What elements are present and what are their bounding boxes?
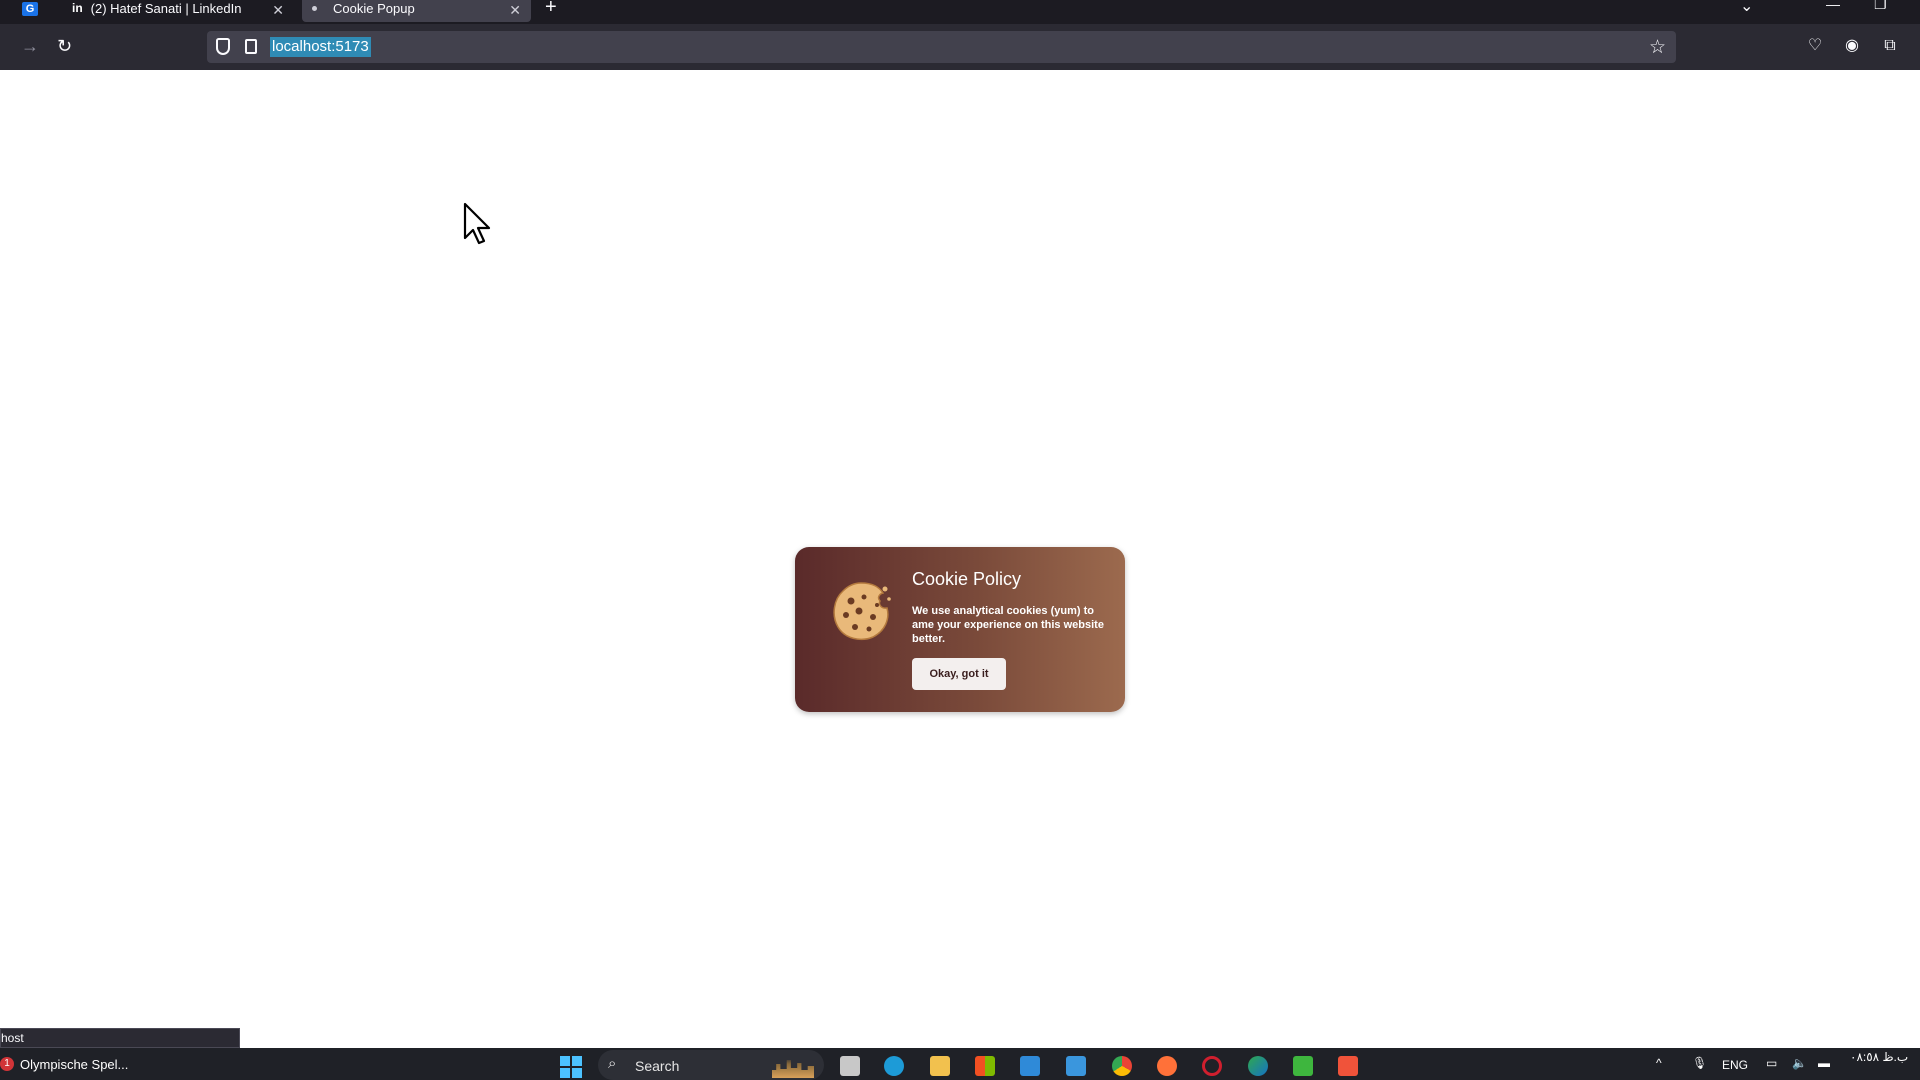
tab-cookie-popup[interactable]: Cookie Popup ✕ [302, 0, 531, 22]
app-green-icon[interactable] [1293, 1056, 1313, 1076]
account-icon[interactable]: ◉ [1843, 37, 1861, 55]
tab-label: Cookie Popup [333, 0, 415, 16]
file-explorer-icon[interactable] [930, 1056, 950, 1076]
close-tab-icon[interactable]: ✕ [272, 2, 284, 19]
news-widget[interactable]: 1 Olympische Spel... [0, 1053, 128, 1075]
search-highlight-icon [772, 1060, 814, 1078]
store-icon[interactable] [975, 1056, 995, 1076]
search-label: Search [635, 1058, 680, 1074]
shield-icon[interactable] [216, 38, 230, 55]
mouse-cursor-icon [463, 202, 491, 245]
reload-icon[interactable]: ↻ [57, 36, 72, 57]
vscode-icon[interactable] [1020, 1056, 1040, 1076]
status-link-preview: host [0, 1028, 240, 1048]
navigation-bar: → ↻ localhost:5173 ☆ ♡ ◉ ⧉ [0, 24, 1920, 70]
app-red-icon[interactable] [1338, 1056, 1358, 1076]
tab-label: (2) Hatef Sanati | LinkedIn [90, 0, 242, 16]
microphone-icon[interactable]: 🎙 [1692, 1056, 1707, 1070]
show-hidden-icons[interactable]: ^ [1656, 1056, 1662, 1070]
cookie-icon [833, 582, 891, 640]
cookie-popup: Cookie Policy We use analytical cookies … [795, 547, 1125, 712]
cookie-title: Cookie Policy [912, 569, 1022, 589]
edge-icon[interactable] [884, 1056, 904, 1076]
firefox-icon[interactable] [1157, 1056, 1177, 1076]
google-icon: G [22, 2, 38, 16]
restore-icon[interactable]: ❐ [1874, 0, 1887, 13]
linkedin-icon: in [72, 1, 83, 15]
network-icon[interactable]: ▭ [1766, 1056, 1777, 1070]
page-info-icon[interactable] [245, 39, 257, 54]
taskbar-search[interactable]: ⌕ Search [598, 1050, 824, 1080]
opera-icon[interactable] [1202, 1056, 1222, 1076]
extensions-icon[interactable]: ⧉ [1881, 37, 1899, 55]
new-tab-button[interactable]: + [545, 0, 557, 19]
taskbar: 1 Olympische Spel... ⌕ Search ^ 🎙 ENG ▭ … [0, 1048, 1920, 1080]
cookie-description: We use analytical cookies (yum) to ame y… [912, 605, 1104, 645]
windows-start-icon[interactable] [560, 1056, 582, 1078]
search-icon: ⌕ [608, 1055, 617, 1072]
bookmark-star-icon[interactable]: ☆ [1649, 36, 1666, 59]
url-text[interactable]: localhost:5173 [270, 37, 371, 57]
edge-dev-icon[interactable] [1248, 1056, 1268, 1076]
news-headline: Olympische Spel... [20, 1056, 129, 1072]
clock[interactable]: ب.ظ ٠٨:٥٨ [1850, 1050, 1908, 1064]
forward-icon[interactable]: → [21, 36, 39, 57]
chrome-icon[interactable] [1112, 1056, 1132, 1076]
address-bar[interactable]: localhost:5173 ☆ [207, 31, 1676, 63]
accept-cookies-button[interactable]: Okay, got it [912, 658, 1006, 690]
minimize-icon[interactable]: — [1826, 0, 1840, 12]
volume-icon[interactable]: 🔈 [1792, 1056, 1807, 1070]
tab-linkedin[interactable]: in (2) Hatef Sanati | LinkedIn ✕ [72, 0, 294, 22]
page-dot-icon [312, 5, 317, 11]
task-view-icon[interactable] [840, 1056, 860, 1076]
pocket-icon[interactable]: ♡ [1806, 37, 1824, 55]
list-all-tabs-icon[interactable]: ⌄ [1740, 0, 1753, 16]
battery-icon[interactable]: ▬ [1818, 1056, 1830, 1070]
notification-badge: 1 [0, 1057, 14, 1071]
close-tab-icon[interactable]: ✕ [509, 2, 521, 19]
page-content: Cookie Policy We use analytical cookies … [0, 70, 1920, 1028]
language-indicator[interactable]: ENG [1722, 1058, 1748, 1072]
tab-google[interactable]: G [22, 0, 48, 22]
tab-bar: G in (2) Hatef Sanati | LinkedIn ✕ Cooki… [0, 0, 1920, 24]
mail-icon[interactable] [1066, 1056, 1086, 1076]
